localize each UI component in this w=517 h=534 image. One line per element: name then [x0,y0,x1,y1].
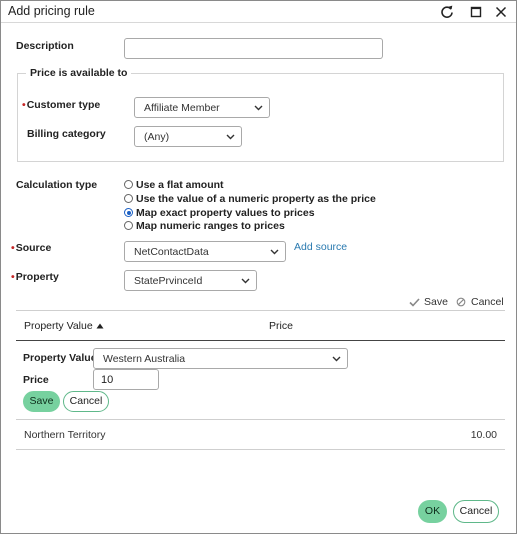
check-icon [409,297,420,307]
radio-flat-amount[interactable]: Use a flat amount [124,178,224,191]
chevron-down-icon [270,249,279,255]
property-select[interactable]: StatePrvinceId [124,270,257,291]
column-header-property-value[interactable]: Property Value [24,320,104,332]
cancel-circle-icon [456,297,466,307]
sort-ascending-icon [96,323,104,329]
add-source-link[interactable]: Add source [294,241,347,253]
radio-button[interactable] [124,221,133,230]
pricing-rule-dialog: Add pricing rule Description Price is av… [0,0,517,534]
source-label: •Source [11,242,52,254]
edit-save-button[interactable]: Save [23,391,60,412]
source-select[interactable]: NetContactData [124,241,286,262]
customer-type-value: Affiliate Member [144,102,220,114]
radio-map-numeric-ranges[interactable]: Map numeric ranges to prices [124,219,285,232]
required-marker: • [11,271,15,283]
edit-property-value-label: Property Value [23,352,97,364]
billing-category-value: (Any) [144,131,170,143]
dialog-title: Add pricing rule [8,4,95,18]
row-price: 10.00 [470,429,497,441]
billing-category-label: Billing category [27,128,106,140]
title-bar: Add pricing rule [1,1,516,23]
property-label: •Property [11,271,59,283]
grid-header-divider [16,340,505,341]
grid-top-divider [16,310,505,311]
column-header-price[interactable]: Price [269,320,293,332]
price-available-legend: Price is available to [26,67,132,79]
property-value: StatePrvinceId [134,275,203,287]
radio-numeric-property[interactable]: Use the value of a numeric property as t… [124,192,376,205]
chevron-down-icon [226,134,235,140]
row-property-value: Northern Territory [24,429,106,441]
required-marker: • [22,99,26,111]
radio-button-selected[interactable] [124,208,133,217]
customer-type-select[interactable]: Affiliate Member [134,97,270,118]
chevron-down-icon [332,356,341,362]
description-input[interactable] [124,38,383,59]
required-marker: • [11,242,15,254]
ok-button[interactable]: OK [418,500,447,523]
source-value: NetContactData [134,246,209,258]
radio-map-exact-values[interactable]: Map exact property values to prices [124,206,315,219]
billing-category-select[interactable]: (Any) [134,126,242,147]
edit-price-label: Price [23,374,49,386]
chevron-down-icon [254,105,263,111]
customer-type-label: •Customer type [22,99,101,111]
footer-cancel-button[interactable]: Cancel [453,500,499,523]
maximize-icon[interactable] [467,3,485,21]
edit-property-value-select[interactable]: Western Australia [93,348,348,369]
table-row[interactable]: Northern Territory 10.00 [16,420,505,449]
close-icon[interactable] [492,3,510,21]
edit-cancel-button[interactable]: Cancel [63,391,109,412]
calculation-type-label: Calculation type [16,179,98,191]
grid-bottom-divider [16,449,505,450]
chevron-down-icon [241,278,250,284]
radio-button[interactable] [124,180,133,189]
edit-price-input[interactable] [93,369,159,390]
radio-button[interactable] [124,194,133,203]
grid-cancel-action[interactable]: Cancel [456,296,504,308]
edit-property-value: Western Australia [103,353,186,365]
refresh-icon[interactable] [438,3,456,21]
grid-save-action[interactable]: Save [409,296,448,308]
description-label: Description [16,40,74,52]
